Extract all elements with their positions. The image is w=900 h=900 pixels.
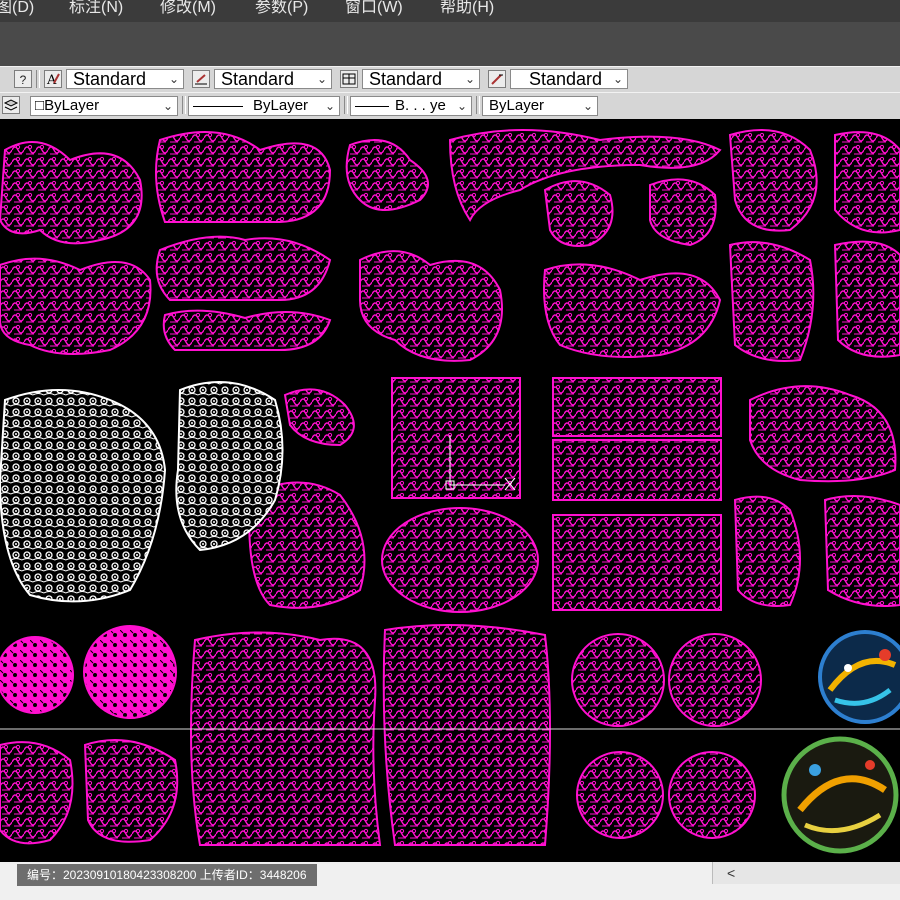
chevron-down-icon: ⌄	[162, 99, 174, 113]
dragon-motif	[359, 250, 503, 362]
text-style-select[interactable]: Standard ⌄	[66, 69, 184, 89]
dragon-motif	[155, 131, 332, 223]
text-style-icon[interactable]: A	[44, 70, 62, 88]
dragon-roundel	[668, 633, 762, 727]
dragon-motif	[162, 309, 332, 351]
text-style-value: Standard	[73, 69, 147, 89]
mleader-style-value: Standard	[529, 69, 603, 89]
linetype-preview	[193, 106, 243, 107]
dragon-motif	[83, 739, 179, 843]
colored-phoenix-roundel	[818, 630, 900, 724]
chevron-down-icon: ⌄	[316, 72, 328, 86]
chevron-down-icon: ⌄	[582, 99, 594, 113]
dragon-square-panel	[391, 377, 521, 499]
chevron-down-icon: ⌄	[324, 99, 336, 113]
dragon-motif	[733, 495, 801, 607]
linetype-value: ByLayer	[253, 97, 309, 114]
status-bar: 编号：20230910180423308200 上传者ID：3448206 <	[0, 862, 900, 900]
dim-style-select[interactable]: Standard ⌄	[214, 69, 332, 89]
menu-window[interactable]: 窗口(W)	[345, 0, 403, 19]
menu-bar: 图(D) 标注(N) 修改(M) 参数(P) 窗口(W) 帮助(H)	[0, 0, 900, 22]
dragon-roundel	[668, 751, 756, 839]
help-icon[interactable]: ?	[14, 70, 32, 88]
dragon-motif	[345, 139, 429, 211]
phoenix-motif	[382, 624, 551, 846]
layer-icon[interactable]	[2, 96, 20, 114]
horizontal-scrollbar[interactable]: <	[712, 862, 900, 884]
dim-style-icon[interactable]	[192, 70, 210, 88]
chevron-down-icon: ⌄	[464, 72, 476, 86]
table-style-value: Standard	[369, 69, 443, 89]
dragon-motif	[283, 388, 355, 447]
dragon-motif	[833, 240, 900, 358]
styles-toolbar: ? A Standard ⌄ Standard ⌄ Standard ⌄ Sta…	[0, 66, 900, 93]
dragon-oval-panel	[381, 507, 539, 613]
lineweight-value: B. . . ye	[395, 97, 446, 114]
dim-style-value: Standard	[221, 69, 295, 89]
dragon-roundel	[571, 633, 665, 727]
chevron-down-icon: ⌄	[612, 72, 624, 86]
lineweight-preview	[355, 106, 389, 107]
menu-draw[interactable]: 图(D)	[0, 0, 34, 19]
ribbon-area	[0, 22, 900, 67]
color-value: □ByLayer	[35, 97, 100, 114]
plotstyle-value: ByLayer	[489, 97, 545, 114]
table-style-icon[interactable]	[340, 70, 358, 88]
dragon-roundel	[83, 625, 177, 719]
table-style-select[interactable]: Standard ⌄	[362, 69, 480, 89]
color-select[interactable]: □ByLayer ⌄	[30, 96, 178, 116]
dragon-motif	[728, 129, 818, 232]
dragon-frieze	[552, 514, 722, 611]
white-dragon-motif	[0, 389, 167, 603]
dragon-motif	[0, 257, 152, 355]
chevron-down-icon: ⌄	[168, 72, 180, 86]
phoenix-motif	[190, 631, 382, 846]
dragon-roundel	[576, 751, 664, 839]
dragon-motif	[543, 180, 614, 247]
dragon-motif	[728, 241, 815, 362]
dragon-motif	[649, 178, 717, 247]
dragon-roundel	[0, 636, 74, 714]
dragon-motif	[155, 235, 332, 301]
dragon-motif	[749, 385, 897, 483]
drawing-canvas[interactable]	[0, 119, 900, 862]
chevron-down-icon: ⌄	[456, 99, 468, 113]
menu-parametric[interactable]: 参数(P)	[255, 0, 308, 19]
dragon-motif	[0, 741, 74, 845]
colored-dragon-roundel	[781, 736, 899, 854]
dragon-frieze	[552, 439, 722, 501]
menu-help[interactable]: 帮助(H)	[440, 0, 494, 19]
properties-toolbar: □ByLayer ⌄ ByLayer ⌄ B. . . ye ⌄ ByLayer…	[0, 92, 900, 120]
color-label: ByLayer	[44, 97, 100, 114]
dragon-motif	[823, 495, 900, 607]
menu-modify[interactable]: 修改(M)	[160, 0, 216, 19]
scroll-left-icon[interactable]: <	[727, 862, 735, 884]
mleader-style-select[interactable]: Standard ⌄	[510, 69, 628, 89]
menu-dimension[interactable]: 标注(N)	[69, 0, 123, 19]
mleader-style-icon[interactable]	[488, 70, 506, 88]
plotstyle-select[interactable]: ByLayer ⌄	[482, 96, 598, 116]
linetype-select[interactable]: ByLayer ⌄	[188, 96, 340, 116]
dragon-motif	[543, 263, 722, 359]
dragon-pattern-drawing	[0, 129, 900, 854]
file-info-label: 编号：20230910180423308200 上传者ID：3448206	[17, 864, 317, 886]
dragon-frieze	[552, 377, 722, 437]
dragon-motif	[0, 141, 143, 245]
dragon-motif	[834, 131, 900, 234]
lineweight-select[interactable]: B. . . ye ⌄	[350, 96, 472, 116]
